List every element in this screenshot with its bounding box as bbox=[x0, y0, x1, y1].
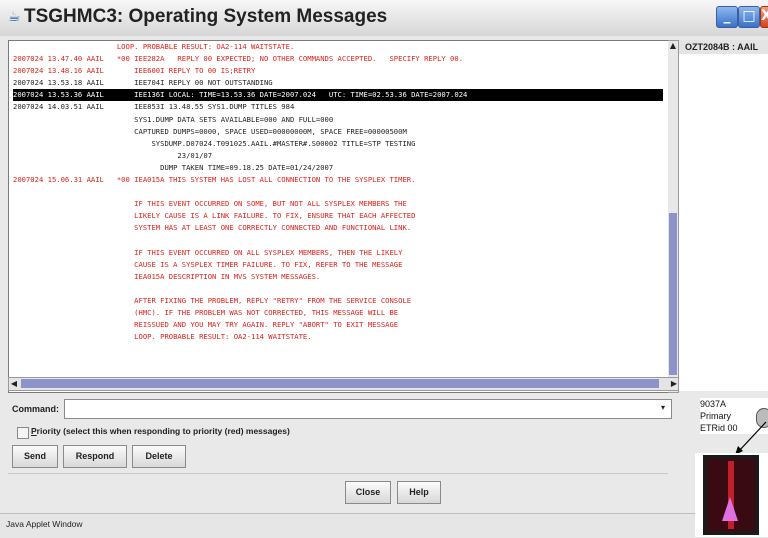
scroll-left-icon[interactable]: ◀ bbox=[9, 378, 19, 390]
status-text: Java Applet Window bbox=[6, 519, 83, 529]
annotation-line: 9037A bbox=[700, 399, 727, 409]
minimize-button[interactable]: _ bbox=[716, 6, 738, 28]
message-row[interactable] bbox=[13, 235, 663, 247]
message-row[interactable]: SYS1.DUMP DATA SETS AVAILABLE=000 AND FU… bbox=[13, 114, 663, 126]
java-app-icon: ☕ bbox=[8, 9, 21, 25]
title-bar: ☕ TSGHMC3: Operating System Messages _ □… bbox=[0, 0, 768, 37]
message-row[interactable]: 23/01/07 bbox=[13, 150, 663, 162]
message-row[interactable] bbox=[13, 186, 663, 198]
message-row[interactable]: IF THIS EVENT OCCURRED ON SOME, BUT NOT … bbox=[13, 198, 663, 210]
message-row[interactable]: IEA015A DESCRIPTION IN MVS SYSTEM MESSAG… bbox=[13, 271, 663, 283]
message-row[interactable]: REISSUED AND YOU MAY TRY AGAIN. REPLY "A… bbox=[13, 319, 663, 331]
command-input[interactable] bbox=[64, 399, 672, 419]
app-window: ☕ TSGHMC3: Operating System Messages _ □… bbox=[0, 0, 768, 538]
message-row[interactable]: LIKELY CAUSE IS A LINK FAILURE. TO FIX, … bbox=[13, 210, 663, 222]
message-row[interactable]: IF THIS EVENT OCCURRED ON ALL SYSPLEX ME… bbox=[13, 247, 663, 259]
messages-list: LOOP. PROBABLE RESULT: OA2-114 WAITSTATE… bbox=[13, 41, 663, 343]
message-row-selected[interactable]: 2007024 13.53.36 AAIL IEE136I LOCAL: TIM… bbox=[13, 89, 663, 102]
vertical-scroll-thumb[interactable] bbox=[669, 213, 677, 375]
message-row[interactable]: LOOP. PROBABLE RESULT: OA2-114 WAITSTATE… bbox=[13, 331, 663, 343]
message-row[interactable]: 2007024 13.48.16 AAIL IEE600I REPLY TO 0… bbox=[13, 65, 663, 77]
message-row[interactable]: LOOP. PROBABLE RESULT: OA2-114 WAITSTATE… bbox=[13, 41, 663, 53]
close-button[interactable]: Close bbox=[345, 481, 391, 504]
window-content: LOOP. PROBABLE RESULT: OA2-114 WAITSTATE… bbox=[0, 36, 768, 538]
message-row[interactable]: SYSDUMP.D07024.T091025.AAIL.#MASTER#.S00… bbox=[13, 138, 663, 150]
system-name-header[interactable]: OZT2084B : AAIL bbox=[679, 40, 768, 54]
message-row[interactable]: CAPTURED DUMPS=0000, SPACE USED=00000000… bbox=[13, 126, 663, 138]
messages-panel[interactable]: LOOP. PROBABLE RESULT: OA2-114 WAITSTATE… bbox=[8, 40, 670, 393]
command-label: Command: bbox=[12, 404, 59, 414]
chevron-down-icon[interactable]: ▾ bbox=[656, 399, 670, 417]
close-window-button[interactable]: X bbox=[760, 6, 768, 28]
message-row[interactable]: (HMC). IF THE PROBLEM WAS NOT CORRECTED,… bbox=[13, 307, 663, 319]
message-row[interactable]: CAUSE IS A SYSPLEX TIMER FAILURE. TO FIX… bbox=[13, 259, 663, 271]
message-row[interactable] bbox=[13, 283, 663, 295]
scroll-up-icon[interactable]: ▲ bbox=[668, 41, 678, 51]
message-row[interactable]: SYSTEM HAS AT LEAST ONE CORRECTLY CONNEC… bbox=[13, 222, 663, 234]
message-row[interactable]: 2007024 13.47.40 AAIL *00 IEE282A REPLY … bbox=[13, 53, 663, 65]
server-rack-icon bbox=[695, 453, 768, 537]
message-row[interactable]: AFTER FIXING THE PROBLEM, REPLY "RETRY" … bbox=[13, 295, 663, 307]
maximize-button[interactable]: □ bbox=[738, 6, 760, 28]
send-button[interactable]: Send bbox=[12, 445, 58, 468]
message-row[interactable]: 2007024 13.53.18 AAIL IEE704I REPLY 00 N… bbox=[13, 77, 663, 89]
window-title: TSGHMC3: Operating System Messages bbox=[24, 6, 388, 27]
system-side-panel: OZT2084B : AAIL bbox=[678, 40, 768, 391]
status-bar: Java Applet Window bbox=[0, 513, 768, 538]
message-row[interactable]: 2007024 14.03.51 AAIL IEE853I 13.48.55 S… bbox=[13, 101, 663, 113]
help-button[interactable]: Help bbox=[397, 481, 441, 504]
message-row[interactable]: DUMP TAKEN TIME=09.18.25 DATE=01/24/2007 bbox=[13, 162, 663, 174]
horizontal-scroll-thumb[interactable] bbox=[21, 379, 659, 388]
priority-checkbox[interactable] bbox=[17, 427, 29, 439]
delete-button[interactable]: Delete bbox=[132, 445, 186, 468]
horizontal-scrollbar[interactable]: ◀ ▶ bbox=[8, 377, 680, 391]
priority-label-text: riority (select this when responding to … bbox=[36, 426, 290, 436]
callout-arrow-icon bbox=[735, 421, 767, 455]
respond-button[interactable]: Respond bbox=[63, 445, 127, 468]
message-row[interactable]: 2007024 15.06.31 AAIL *00 IEA015A THIS S… bbox=[13, 174, 663, 186]
divider bbox=[8, 473, 668, 474]
priority-label: Priority (select this when responding to… bbox=[31, 426, 290, 436]
